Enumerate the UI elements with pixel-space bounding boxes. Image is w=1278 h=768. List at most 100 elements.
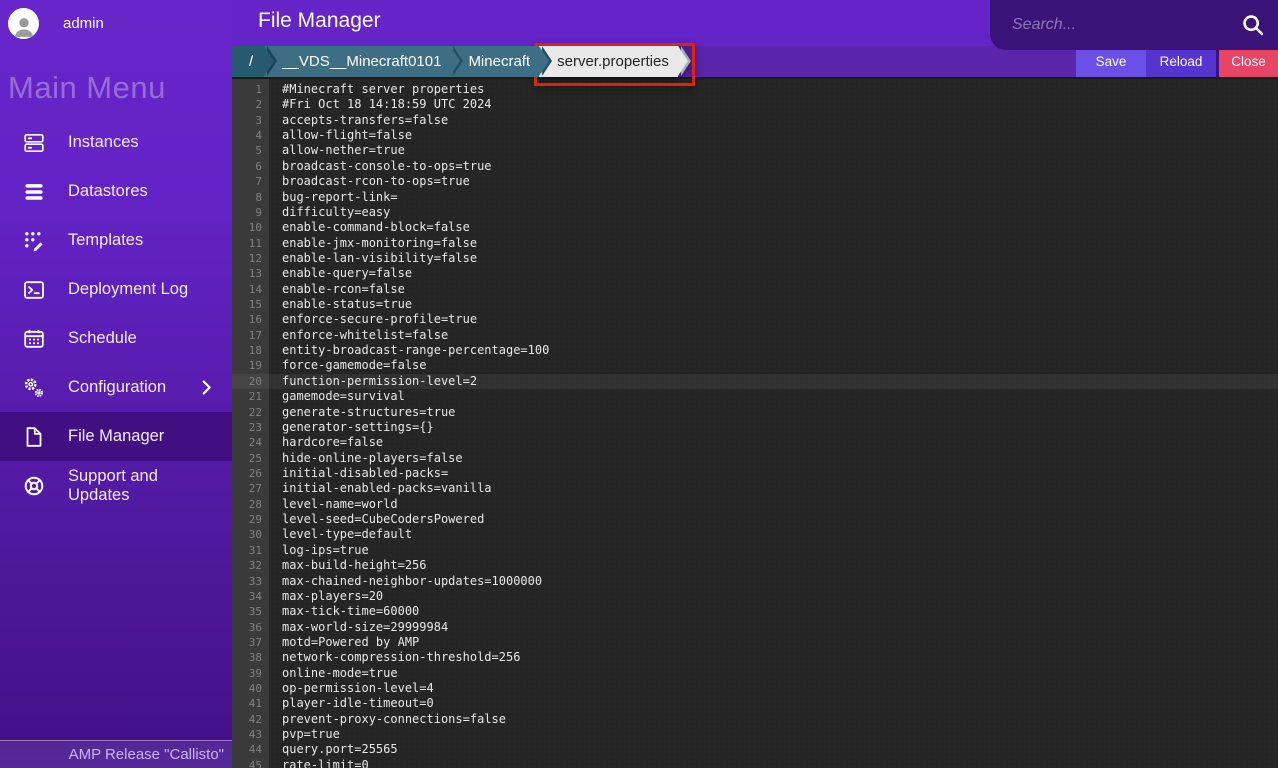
breadcrumb-segment-vds-minecraft0101[interactable]: __VDS__Minecraft0101 [264,46,450,77]
line-content: max-players=20 [269,589,383,604]
line-content: log-ips=true [269,543,369,558]
code-line[interactable]: 34max-players=20 [232,589,1278,604]
code-line[interactable]: 24hardcore=false [232,435,1278,450]
code-line[interactable]: 17enforce-whitelist=false [232,328,1278,343]
line-number: 28 [232,497,269,512]
search-input[interactable] [1012,16,1240,34]
sidebar-item-schedule[interactable]: Schedule [0,314,232,363]
sidebar-item-configuration[interactable]: Configuration [0,363,232,412]
avatar [8,8,39,39]
code-line[interactable]: 35max-tick-time=60000 [232,604,1278,619]
code-line[interactable]: 30level-type=default [232,527,1278,542]
code-line[interactable]: 6broadcast-console-to-ops=true [232,159,1278,174]
sidebar-item-support-and-updates[interactable]: Support and Updates [0,461,232,510]
code-line[interactable]: 20function-permission-level=2 [232,374,1278,389]
sidebar-item-deployment-log[interactable]: Deployment Log [0,265,232,314]
breadcrumb-segment-minecraft[interactable]: Minecraft [450,46,539,77]
code-line[interactable]: 39online-mode=true [232,666,1278,681]
reload-button[interactable]: Reload [1146,46,1216,77]
line-number: 35 [232,604,269,619]
code-line[interactable]: 18entity-broadcast-range-percentage=100 [232,343,1278,358]
line-content: generator-settings={} [269,420,434,435]
code-line[interactable]: 31log-ips=true [232,543,1278,558]
line-number: 13 [232,266,269,281]
line-content: motd=Powered by AMP [269,635,419,650]
code-line[interactable]: 9difficulty=easy [232,205,1278,220]
code-line[interactable]: 37motd=Powered by AMP [232,635,1278,650]
code-line[interactable]: 23generator-settings={} [232,420,1278,435]
line-content: enable-status=true [269,297,412,312]
close-button[interactable]: Close [1216,46,1278,77]
sidebar: admin Main Menu InstancesDatastoresTempl… [0,0,232,768]
line-content: max-tick-time=60000 [269,604,419,619]
sidebar-item-file-manager[interactable]: File Manager [0,412,232,461]
line-number: 23 [232,420,269,435]
code-line[interactable]: 44query.port=25565 [232,742,1278,757]
sidebar-item-label: Support and Updates [68,467,216,505]
sidebar-item-label: Configuration [68,378,166,397]
line-number: 26 [232,466,269,481]
code-line[interactable]: 25hide-online-players=false [232,451,1278,466]
breadcrumb-segment-root[interactable]: / [232,46,264,77]
code-editor[interactable]: 1#Minecraft server properties2#Fri Oct 1… [232,77,1278,768]
code-line[interactable]: 3accepts-transfers=false [232,113,1278,128]
sidebar-item-datastores[interactable]: Datastores [0,167,232,216]
line-content: gamemode=survival [269,389,405,404]
code-line[interactable]: 1#Minecraft server properties [232,82,1278,97]
line-content: network-compression-threshold=256 [269,650,520,665]
code-line[interactable]: 28level-name=world [232,497,1278,512]
code-line[interactable]: 4allow-flight=false [232,128,1278,143]
code-line[interactable]: 38network-compression-threshold=256 [232,650,1278,665]
line-number: 1 [232,82,269,97]
save-button[interactable]: Save [1076,46,1146,77]
sidebar-item-label: Templates [68,231,143,250]
sidebar-item-templates[interactable]: Templates [0,216,232,265]
line-number: 31 [232,543,269,558]
line-number: 9 [232,205,269,220]
line-number: 40 [232,681,269,696]
code-line[interactable]: 5allow-nether=true [232,143,1278,158]
code-line[interactable]: 43pvp=true [232,727,1278,742]
sidebar-item-label: File Manager [68,427,164,446]
code-line[interactable]: 7broadcast-rcon-to-ops=true [232,174,1278,189]
breadcrumb-label: __VDS__Minecraft0101 [282,53,441,70]
line-content: pvp=true [269,727,340,742]
line-content: player-idle-timeout=0 [269,696,434,711]
code-line[interactable]: 11enable-jmx-monitoring=false [232,236,1278,251]
code-line[interactable]: 33max-chained-neighbor-updates=1000000 [232,574,1278,589]
code-line[interactable]: 22generate-structures=true [232,405,1278,420]
code-line[interactable]: 14enable-rcon=false [232,282,1278,297]
code-line[interactable]: 15enable-status=true [232,297,1278,312]
line-content: function-permission-level=2 [269,374,477,389]
code-line[interactable]: 2#Fri Oct 18 14:18:59 UTC 2024 [232,97,1278,112]
code-line[interactable]: 16enforce-secure-profile=true [232,312,1278,327]
code-line[interactable]: 12enable-lan-visibility=false [232,251,1278,266]
line-content: initial-enabled-packs=vanilla [269,481,492,496]
code-line[interactable]: 10enable-command-block=false [232,220,1278,235]
code-line[interactable]: 41player-idle-timeout=0 [232,696,1278,711]
line-content: broadcast-rcon-to-ops=true [269,174,470,189]
code-line[interactable]: 8bug-report-link= [232,190,1278,205]
code-line[interactable]: 26initial-disabled-packs= [232,466,1278,481]
code-line[interactable]: 21gamemode=survival [232,389,1278,404]
code-line[interactable]: 19force-gamemode=false [232,358,1278,373]
line-content: generate-structures=true [269,405,455,420]
line-number: 20 [232,374,269,389]
line-content: enable-lan-visibility=false [269,251,477,266]
code-line[interactable]: 42prevent-proxy-connections=false [232,712,1278,727]
code-rows: 1#Minecraft server properties2#Fri Oct 1… [232,79,1278,768]
code-line[interactable]: 13enable-query=false [232,266,1278,281]
line-content: broadcast-console-to-ops=true [269,159,492,174]
code-line[interactable]: 32max-build-height=256 [232,558,1278,573]
sidebar-item-instances[interactable]: Instances [0,118,232,167]
code-line[interactable]: 36max-world-size=29999984 [232,620,1278,635]
search-icon[interactable] [1240,12,1266,38]
code-line[interactable]: 29level-seed=CubeCodersPowered [232,512,1278,527]
code-line[interactable]: 45rate-limit=0 [232,758,1278,768]
user-menu[interactable]: admin [0,0,232,46]
code-line[interactable]: 40op-permission-level=4 [232,681,1278,696]
sidebar-menu: InstancesDatastores Templates Deployment L… [0,118,232,510]
line-number: 41 [232,696,269,711]
breadcrumb-segment-server-properties[interactable]: server.properties [539,46,678,77]
code-line[interactable]: 27initial-enabled-packs=vanilla [232,481,1278,496]
